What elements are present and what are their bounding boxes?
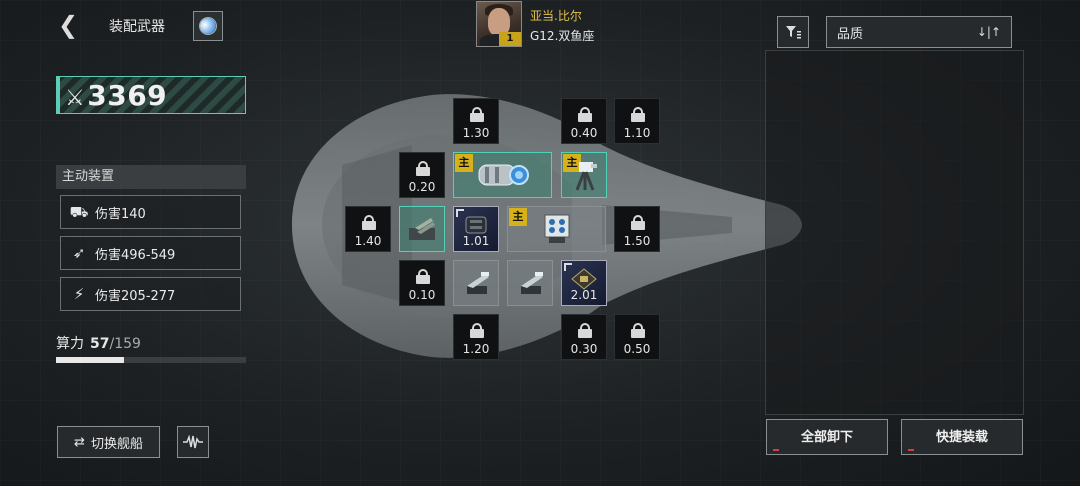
lock-icon <box>631 323 645 338</box>
cannon-icon <box>478 164 529 186</box>
lock-icon <box>631 107 645 122</box>
compute-power: 算力 57/159 <box>56 333 141 353</box>
locked-slot[interactable]: 0.10 <box>399 260 445 306</box>
planet-button[interactable] <box>193 11 223 41</box>
slot-value: 0.10 <box>408 288 436 302</box>
active-devices-title: 主动装置 <box>56 165 246 189</box>
active-device-2[interactable]: ➶ 伤害496-549 <box>60 236 241 270</box>
combat-power: ⚔3369 <box>56 76 246 114</box>
compute-total: /159 <box>109 336 141 352</box>
compute-progress-bar <box>56 357 246 363</box>
swords-icon: ⚔ <box>65 86 86 111</box>
gun-turret-icon <box>467 272 489 294</box>
slot-value: 1.30 <box>462 126 490 140</box>
filter-icon <box>786 26 801 39</box>
equipped-weapon-mine[interactable]: 2.01 <box>561 260 607 306</box>
back-button[interactable]: ❮ <box>58 12 80 38</box>
locked-slot[interactable]: 0.50 <box>614 314 660 360</box>
signal-button[interactable] <box>177 426 209 458</box>
switch-ship-label: 切换舰船 <box>90 436 143 452</box>
locked-slot[interactable]: 1.30 <box>453 98 499 144</box>
active-device-label: 伤害205-277 <box>95 288 176 304</box>
active-device-label: 伤害140 <box>95 206 146 222</box>
locked-slot[interactable]: 0.40 <box>561 98 607 144</box>
lock-icon <box>470 323 484 338</box>
active-device-label: 伤害496-549 <box>95 247 176 263</box>
slot-value: 0.30 <box>570 342 598 356</box>
slot-value: 1.10 <box>623 126 651 140</box>
mine-icon <box>571 267 597 290</box>
compute-progress-fill <box>56 357 125 363</box>
ship-name: G12.双鱼座 <box>530 29 595 43</box>
missile-icon: ➶ <box>72 244 86 262</box>
artillery-icon: ⛟ <box>69 203 89 221</box>
pilot-level-badge: 1 <box>499 32 521 46</box>
slot-value: 0.40 <box>570 126 598 140</box>
switch-ship-button[interactable]: ⇄ 切换舰船 <box>57 426 160 458</box>
sort-arrows-icon: ↓|↑ <box>976 25 1001 39</box>
equipped-weapon-gun[interactable] <box>453 260 499 306</box>
laser-icon: ⚡ <box>73 285 85 303</box>
equipped-weapon-launcher[interactable]: 主 <box>507 206 606 252</box>
locked-slot[interactable]: 1.40 <box>345 206 391 252</box>
locked-slot[interactable]: 0.30 <box>561 314 607 360</box>
lock-icon <box>578 323 592 338</box>
slot-value: 1.50 <box>623 234 651 248</box>
lock-icon <box>578 107 592 122</box>
equipped-weapon-turret[interactable] <box>399 206 445 252</box>
planet-icon <box>197 15 219 37</box>
lock-icon <box>416 161 430 176</box>
pilot-avatar[interactable]: 1 <box>476 1 522 47</box>
inventory-panel[interactable] <box>765 50 1024 415</box>
slot-value: 1.01 <box>462 234 490 248</box>
slot-value: 1.40 <box>354 234 382 248</box>
pilot-name: 亚当.比尔 <box>530 9 582 23</box>
lock-icon <box>416 269 430 284</box>
box-launcher-icon <box>544 214 569 243</box>
active-device-1[interactable]: ⛟ 伤害140 <box>60 195 241 229</box>
turret-icon <box>575 162 597 191</box>
active-device-3[interactable]: ⚡ 伤害205-277 <box>60 277 241 311</box>
unload-all-button[interactable]: 全部卸下 <box>766 419 888 455</box>
sort-select[interactable]: 品质 ↓|↑ <box>826 16 1012 48</box>
page-title: 装配武器 <box>109 19 165 35</box>
swap-icon: ⇄ <box>74 434 85 450</box>
main-weapon-tag: 主 <box>455 154 473 172</box>
quick-load-button[interactable]: 快捷装载 <box>901 419 1023 455</box>
main-weapon-tag: 主 <box>509 208 527 226</box>
compute-label: 算力 <box>56 336 84 352</box>
sort-label: 品质 <box>837 26 864 42</box>
equipped-weapon-cannon[interactable]: 主 <box>453 152 552 198</box>
compute-used: 57 <box>90 336 110 352</box>
equipped-weapon-turret[interactable]: 主 <box>561 152 607 198</box>
equipped-weapon-gun[interactable] <box>507 260 553 306</box>
slot-value: 0.50 <box>623 342 651 356</box>
slot-value: 2.01 <box>570 288 598 302</box>
equipped-weapon-missile-pod[interactable]: 1.01 <box>453 206 499 252</box>
combat-power-value: 3369 <box>87 79 168 112</box>
locked-slot[interactable]: 1.10 <box>614 98 660 144</box>
slot-value: 1.20 <box>462 342 490 356</box>
missile-pod-icon <box>465 216 487 234</box>
locked-slot[interactable]: 0.20 <box>399 152 445 198</box>
waveform-icon <box>183 435 203 449</box>
lock-icon <box>362 215 376 230</box>
lock-icon <box>631 215 645 230</box>
twin-cannon-icon <box>409 218 435 240</box>
gun-turret-icon <box>521 272 543 294</box>
locked-slot[interactable]: 1.20 <box>453 314 499 360</box>
slot-value: 0.20 <box>408 180 436 194</box>
locked-slot[interactable]: 1.50 <box>614 206 660 252</box>
lock-icon <box>470 107 484 122</box>
filter-button[interactable] <box>777 16 809 48</box>
